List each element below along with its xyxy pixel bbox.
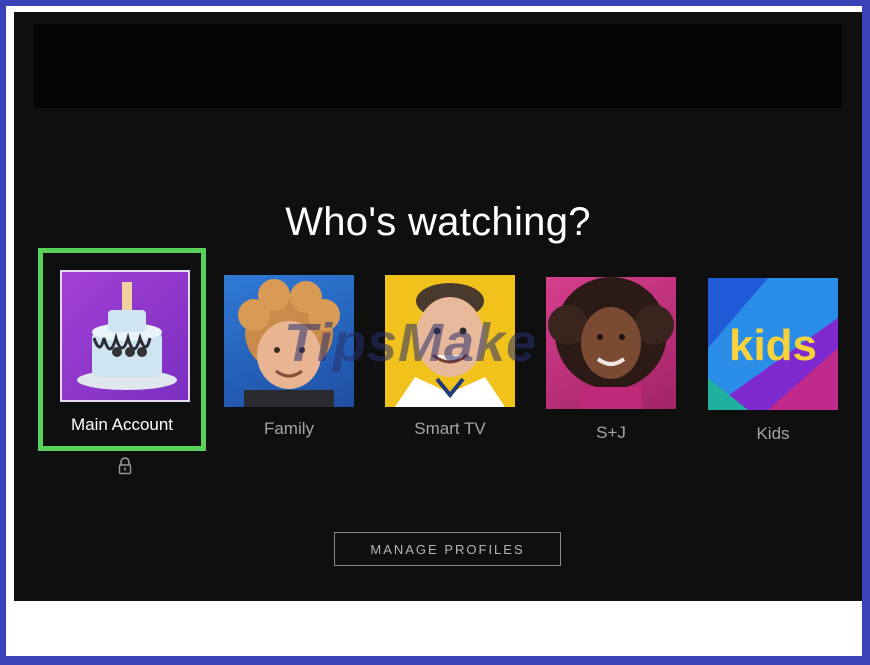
page-title: Who's watching?: [285, 200, 591, 244]
kids-avatar-icon: kids: [708, 278, 838, 410]
lock-icon: [118, 457, 132, 475]
profile-label: Smart TV: [414, 419, 486, 438]
watermark: TipsMake: [284, 313, 538, 373]
cake-avatar-icon: [60, 270, 190, 402]
profile-label: S+J: [596, 423, 626, 442]
manage-profiles-button[interactable]: MANAGE PROFILES: [334, 532, 561, 566]
tv-screen: Who's watching? Main Account Family Smar…: [14, 12, 862, 601]
profile-label: Family: [263, 419, 315, 438]
curly-hair-woman-avatar-icon: [546, 277, 676, 409]
footer-brand: TipsMake: [38, 626, 138, 651]
kids-logo-text: kids: [729, 321, 817, 370]
profile-label: Main Account: [70, 415, 174, 434]
profile-label: Kids: [756, 424, 790, 443]
